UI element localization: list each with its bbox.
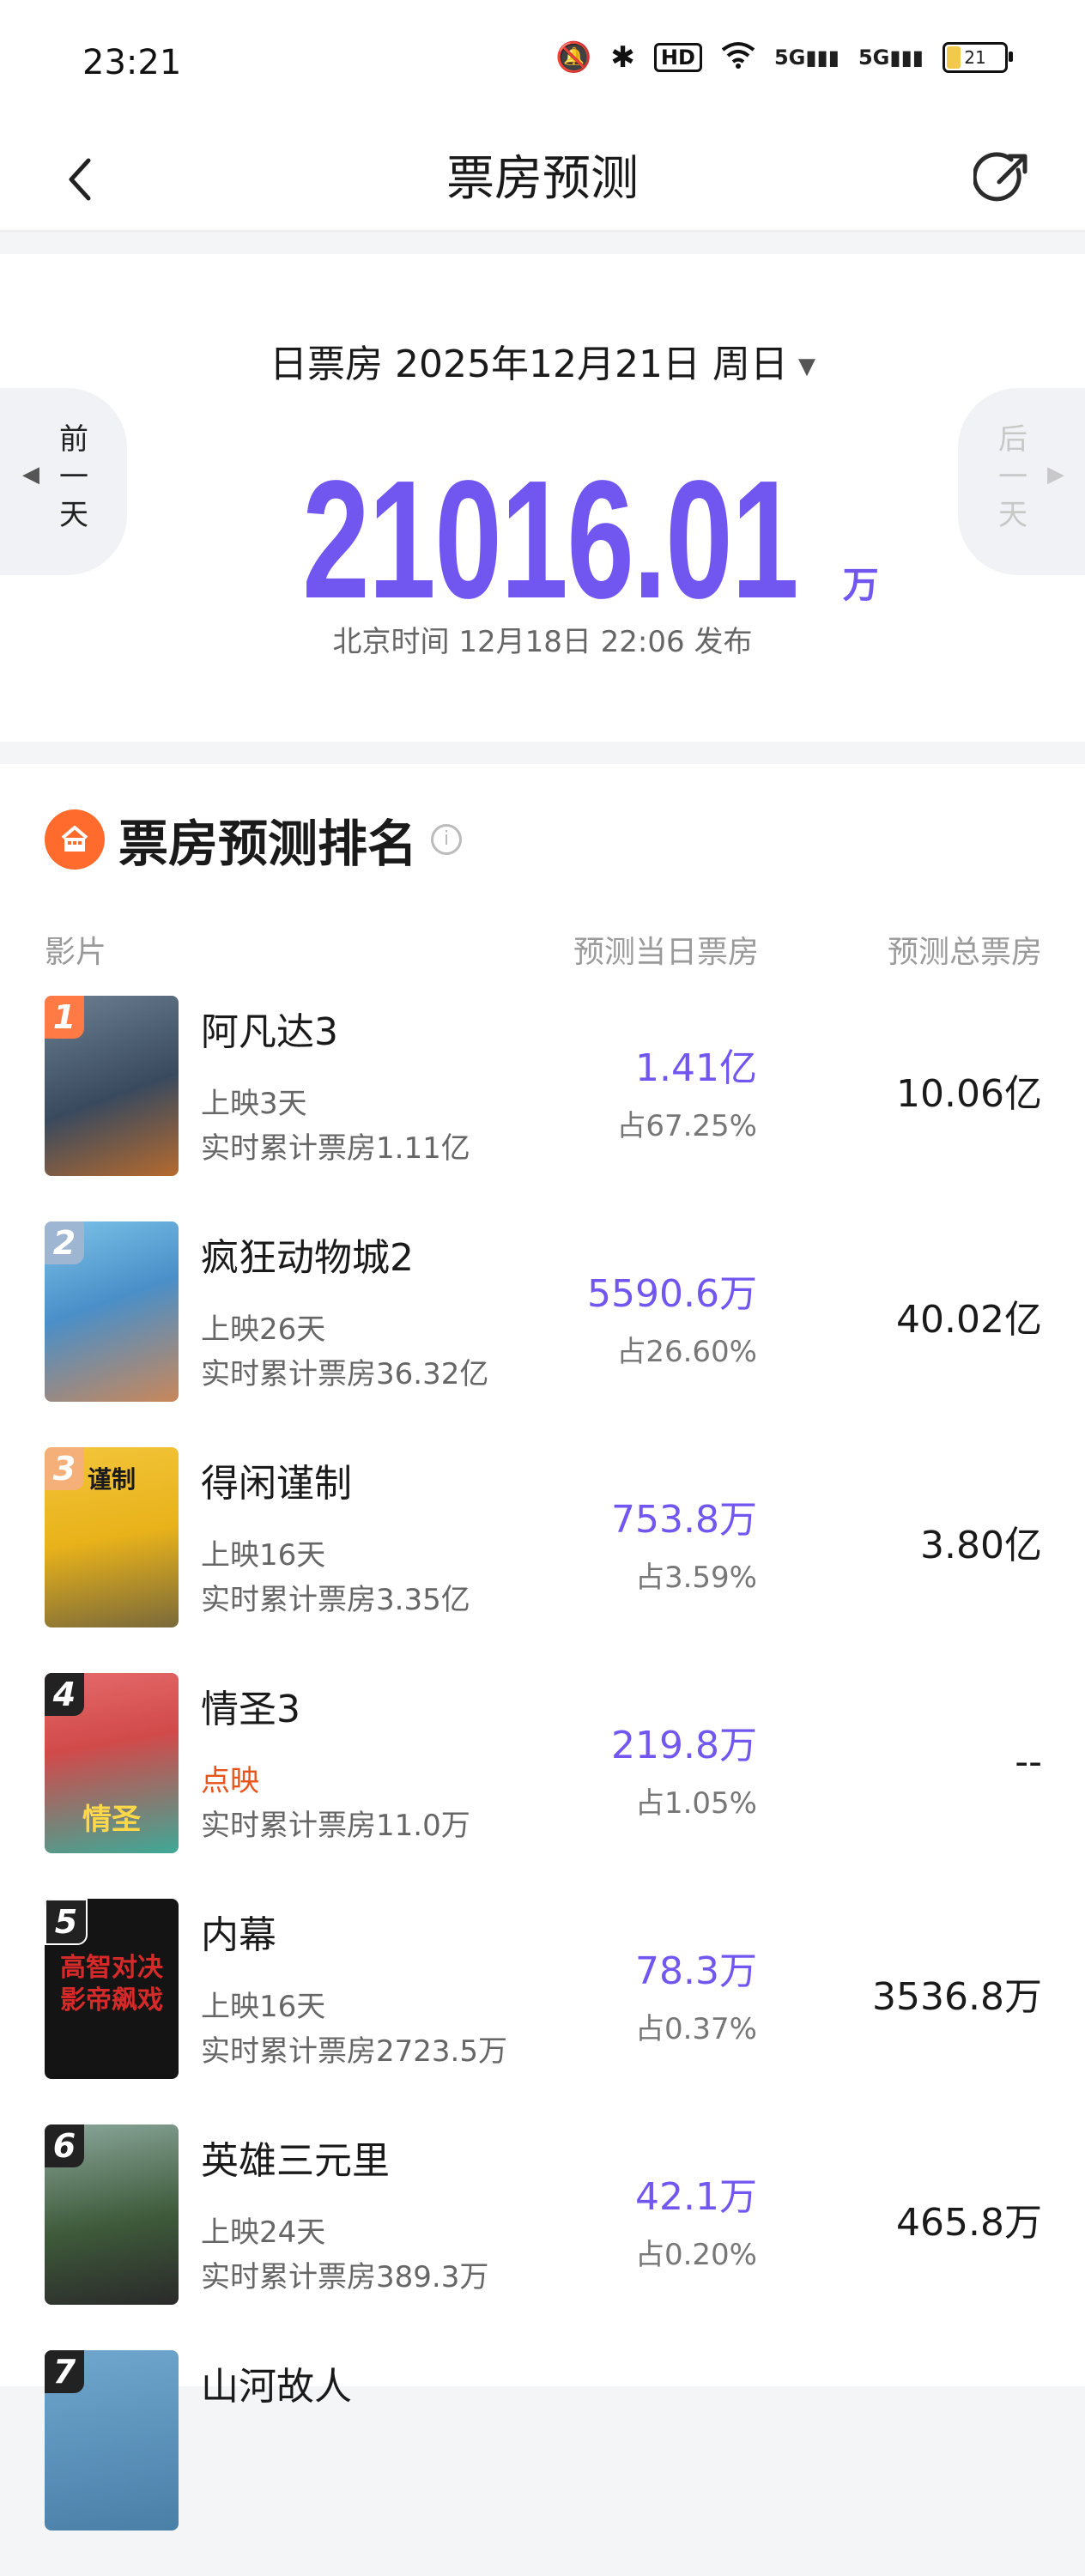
share-percent: 占3.59%: [634, 1561, 757, 1595]
total-value: 21016.01: [302, 445, 799, 633]
ranking-card: 票房预测排名 i 影片 预测当日票房 预测总票房 1 阿凡达3 上映3天 实时累…: [0, 764, 1085, 2531]
movie-row[interactable]: 1 阿凡达3 上映3天 实时累计票房1.11亿 1.41亿 占67.25% 10…: [0, 996, 1085, 1221]
rank-badge: 5: [45, 1899, 88, 1945]
cumulative-box: 实时累计票房3.35亿: [201, 1583, 470, 1617]
release-days: 上映3天: [201, 1087, 307, 1121]
movie-list: 1 阿凡达3 上映3天 实时累计票房1.11亿 1.41亿 占67.25% 10…: [0, 996, 1085, 2576]
total-box-forecast: 3.80亿: [920, 1524, 1042, 1567]
total-box-forecast: 40.02亿: [896, 1298, 1042, 1342]
battery-icon: 21: [943, 42, 1013, 73]
day-box-forecast: 219.8万: [611, 1724, 757, 1767]
movie-name: 山河故人: [201, 2365, 352, 2409]
day-box-forecast: 5590.6万: [587, 1272, 757, 1316]
total-unit: 万: [842, 564, 879, 606]
movie-poster: 7: [45, 2350, 179, 2531]
preview-badge: 点映: [201, 1764, 259, 1798]
signal-5g-icon-2: 5G▮▮▮: [858, 45, 924, 70]
nav-bar: 票房预测: [0, 129, 1085, 232]
total-forecast: 21016.01 万: [0, 443, 1085, 636]
poster-title-text: 高智对决 影帝飙戏: [60, 1953, 163, 2015]
share-percent: 占67.25%: [616, 1109, 757, 1143]
movie-row[interactable]: 7 山河故人: [0, 2350, 1085, 2576]
movie-name: 情圣3: [201, 1688, 300, 1731]
cumulative-box: 实时累计票房2723.5万: [201, 2034, 507, 2069]
release-days: 上映16天: [201, 1538, 326, 1573]
movie-poster: 5 高智对决 影帝飙戏: [45, 1899, 179, 2079]
column-header-total-box: 预测总票房: [887, 935, 1042, 970]
total-box-forecast: 10.06亿: [896, 1072, 1042, 1116]
ranking-header: 票房预测排名 i: [45, 803, 463, 876]
share-percent: 占1.05%: [634, 1786, 757, 1821]
cumulative-box: 实时累计票房36.32亿: [201, 1357, 489, 1391]
release-days: 上映16天: [201, 1990, 326, 2024]
mute-bell-icon: 🔕: [555, 40, 592, 75]
rank-badge: 4: [45, 1673, 84, 1716]
rank-badge: 7: [45, 2350, 84, 2393]
signal-5g-icon: 5G▮▮▮: [773, 45, 840, 70]
release-days: 上映24天: [201, 2215, 326, 2250]
movie-name: 得闲谨制: [201, 1462, 352, 1506]
total-box-forecast: --: [1015, 1740, 1042, 1784]
rank-badge: 6: [45, 2124, 84, 2167]
page-title: 票房预测: [446, 151, 639, 207]
rank-badge: 2: [45, 1221, 84, 1264]
hd-icon: HD: [653, 43, 702, 72]
cinema-logo-icon: [45, 809, 105, 870]
movie-row[interactable]: 3 谨制 得闲谨制 上映16天 实时累计票房3.35亿 753.8万 占3.59…: [0, 1447, 1085, 1673]
movie-row[interactable]: 2 疯狂动物城2 上映26天 实时累计票房36.32亿 5590.6万 占26.…: [0, 1221, 1085, 1447]
poster-title-text: 谨制: [87, 1465, 136, 1494]
share-percent: 占0.37%: [634, 2012, 757, 2046]
total-box-forecast: 465.8万: [896, 2201, 1042, 2245]
clock: 23:21: [82, 43, 182, 82]
movie-poster: 4 情圣: [45, 1673, 179, 1853]
release-days: 上映26天: [201, 1312, 326, 1347]
movie-poster: 6: [45, 2124, 179, 2305]
share-percent: 占0.20%: [634, 2238, 757, 2272]
movie-row[interactable]: 6 英雄三元里 上映24天 实时累计票房389.3万 42.1万 占0.20% …: [0, 2124, 1085, 2350]
date-selector[interactable]: 日票房 2025年12月21日 周日 ▼: [0, 333, 1085, 388]
bluetooth-icon: ✱: [610, 40, 635, 75]
share-icon: [973, 152, 1027, 202]
status-icons: 🔕 ✱ HD 5G▮▮▮ 5G▮▮▮ 21: [555, 40, 1013, 75]
movie-poster: 1: [45, 996, 179, 1176]
share-percent: 占26.60%: [616, 1335, 757, 1369]
day-box-forecast: 78.3万: [635, 1949, 757, 1993]
date-label: 日票房 2025年12月21日 周日: [270, 342, 788, 386]
cumulative-box: 实时累计票房11.0万: [201, 1809, 470, 1843]
column-header-day-box: 预测当日票房: [573, 935, 759, 970]
movie-row[interactable]: 4 情圣 情圣3 点映 实时累计票房11.0万 219.8万 占1.05% --: [0, 1673, 1085, 1899]
movie-row[interactable]: 5 高智对决 影帝飙戏 内幕 上映16天 实时累计票房2723.5万 78.3万…: [0, 1899, 1085, 2124]
movie-name: 内幕: [201, 1913, 276, 1957]
total-box-forecast: 3536.8万: [872, 1975, 1042, 2019]
movie-poster: 3 谨制: [45, 1447, 179, 1627]
day-box-forecast: 1.41亿: [635, 1046, 757, 1090]
column-header-film: 影片: [45, 935, 107, 970]
info-icon[interactable]: i: [431, 824, 463, 855]
movie-name: 阿凡达3: [201, 1010, 338, 1054]
movie-name: 疯狂动物城2: [201, 1236, 414, 1280]
share-button[interactable]: [963, 141, 1040, 218]
cumulative-box: 实时累计票房1.11亿: [201, 1131, 470, 1166]
ranking-title: 票房预测排名: [118, 815, 418, 873]
day-box-forecast: 753.8万: [611, 1498, 757, 1542]
dropdown-caret-icon: ▼: [797, 354, 815, 379]
rank-badge: 1: [45, 996, 84, 1039]
cumulative-box: 实时累计票房389.3万: [201, 2260, 489, 2294]
daily-summary-card: 日票房 2025年12月21日 周日 ▼ ◀ 前一天 后一天 ▶ 21016.01…: [0, 254, 1085, 742]
publish-time: 北京时间 12月18日 22:06 发布: [332, 625, 753, 659]
wifi-icon: [721, 41, 755, 74]
day-box-forecast: 42.1万: [635, 2175, 757, 2219]
poster-title-text: 情圣: [82, 1803, 141, 1837]
status-bar: 23:21 🔕 ✱ HD 5G▮▮▮ 5G▮▮▮ 21: [0, 0, 1085, 129]
movie-poster: 2: [45, 1221, 179, 1402]
movie-name: 英雄三元里: [201, 2139, 390, 2183]
